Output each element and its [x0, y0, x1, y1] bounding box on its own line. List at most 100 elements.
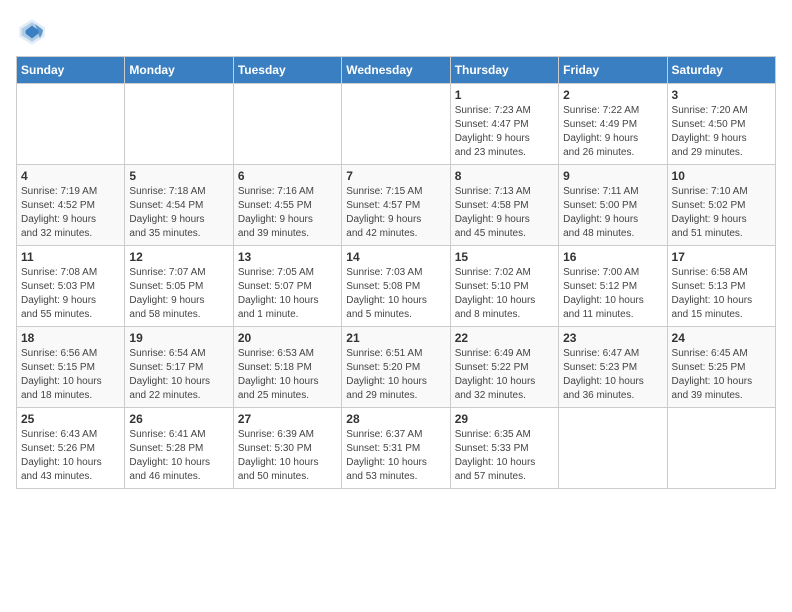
calendar-week-row: 4 Sunrise: 7:19 AM Sunset: 4:52 PM Daylig…: [17, 165, 776, 246]
day-number: 26: [129, 412, 228, 426]
day-info: Sunrise: 6:37 AM Sunset: 5:31 PM Dayligh…: [346, 428, 445, 484]
day-number: 18: [21, 331, 120, 345]
day-number: 13: [238, 250, 337, 264]
header-wednesday: Wednesday: [342, 57, 450, 84]
day-info: Sunrise: 6:47 AM Sunset: 5:23 PM Dayligh…: [563, 347, 662, 403]
calendar-cell: 8 Sunrise: 7:13 AM Sunset: 4:58 PM Daylig…: [450, 165, 558, 246]
day-info: Sunrise: 7:19 AM Sunset: 4:52 PM Dayligh…: [21, 185, 120, 241]
day-number: 1: [455, 88, 554, 102]
day-info: Sunrise: 7:03 AM Sunset: 5:08 PM Dayligh…: [346, 266, 445, 322]
calendar-week-row: 1 Sunrise: 7:23 AM Sunset: 4:47 PM Daylig…: [17, 84, 776, 165]
day-info: Sunrise: 7:00 AM Sunset: 5:12 PM Dayligh…: [563, 266, 662, 322]
day-number: 21: [346, 331, 445, 345]
day-number: 23: [563, 331, 662, 345]
calendar-cell: 14 Sunrise: 7:03 AM Sunset: 5:08 PM Dayli…: [342, 246, 450, 327]
day-info: Sunrise: 7:13 AM Sunset: 4:58 PM Dayligh…: [455, 185, 554, 241]
day-number: 27: [238, 412, 337, 426]
calendar-week-row: 11 Sunrise: 7:08 AM Sunset: 5:03 PM Dayli…: [17, 246, 776, 327]
day-info: Sunrise: 7:11 AM Sunset: 5:00 PM Dayligh…: [563, 185, 662, 241]
calendar-cell: 11 Sunrise: 7:08 AM Sunset: 5:03 PM Dayli…: [17, 246, 125, 327]
calendar-cell: 4 Sunrise: 7:19 AM Sunset: 4:52 PM Daylig…: [17, 165, 125, 246]
calendar-cell: 10 Sunrise: 7:10 AM Sunset: 5:02 PM Dayli…: [667, 165, 775, 246]
day-number: 11: [21, 250, 120, 264]
header-monday: Monday: [125, 57, 233, 84]
day-info: Sunrise: 7:18 AM Sunset: 4:54 PM Dayligh…: [129, 185, 228, 241]
day-info: Sunrise: 7:23 AM Sunset: 4:47 PM Dayligh…: [455, 104, 554, 160]
calendar-week-row: 25 Sunrise: 6:43 AM Sunset: 5:26 PM Dayli…: [17, 408, 776, 489]
day-info: Sunrise: 7:22 AM Sunset: 4:49 PM Dayligh…: [563, 104, 662, 160]
day-number: 29: [455, 412, 554, 426]
day-number: 25: [21, 412, 120, 426]
day-info: Sunrise: 6:56 AM Sunset: 5:15 PM Dayligh…: [21, 347, 120, 403]
day-number: 17: [672, 250, 771, 264]
calendar-cell: 21 Sunrise: 6:51 AM Sunset: 5:20 PM Dayli…: [342, 327, 450, 408]
page-header: [16, 16, 776, 48]
day-info: Sunrise: 6:51 AM Sunset: 5:20 PM Dayligh…: [346, 347, 445, 403]
day-info: Sunrise: 6:54 AM Sunset: 5:17 PM Dayligh…: [129, 347, 228, 403]
day-number: 5: [129, 169, 228, 183]
day-number: 7: [346, 169, 445, 183]
calendar-cell: 23 Sunrise: 6:47 AM Sunset: 5:23 PM Dayli…: [559, 327, 667, 408]
calendar-cell: 9 Sunrise: 7:11 AM Sunset: 5:00 PM Daylig…: [559, 165, 667, 246]
day-number: 8: [455, 169, 554, 183]
day-number: 12: [129, 250, 228, 264]
header-sunday: Sunday: [17, 57, 125, 84]
day-info: Sunrise: 7:10 AM Sunset: 5:02 PM Dayligh…: [672, 185, 771, 241]
calendar-cell: 25 Sunrise: 6:43 AM Sunset: 5:26 PM Dayli…: [17, 408, 125, 489]
day-number: 19: [129, 331, 228, 345]
calendar-cell: 15 Sunrise: 7:02 AM Sunset: 5:10 PM Dayli…: [450, 246, 558, 327]
calendar-cell: 29 Sunrise: 6:35 AM Sunset: 5:33 PM Dayli…: [450, 408, 558, 489]
header-friday: Friday: [559, 57, 667, 84]
day-number: 14: [346, 250, 445, 264]
day-info: Sunrise: 6:53 AM Sunset: 5:18 PM Dayligh…: [238, 347, 337, 403]
calendar-table: Sunday Monday Tuesday Wednesday Thursday…: [16, 56, 776, 489]
day-info: Sunrise: 7:07 AM Sunset: 5:05 PM Dayligh…: [129, 266, 228, 322]
day-number: 2: [563, 88, 662, 102]
day-info: Sunrise: 7:16 AM Sunset: 4:55 PM Dayligh…: [238, 185, 337, 241]
day-info: Sunrise: 7:15 AM Sunset: 4:57 PM Dayligh…: [346, 185, 445, 241]
day-info: Sunrise: 6:58 AM Sunset: 5:13 PM Dayligh…: [672, 266, 771, 322]
calendar-cell: 24 Sunrise: 6:45 AM Sunset: 5:25 PM Dayli…: [667, 327, 775, 408]
calendar-cell: 16 Sunrise: 7:00 AM Sunset: 5:12 PM Dayli…: [559, 246, 667, 327]
calendar-cell: 2 Sunrise: 7:22 AM Sunset: 4:49 PM Daylig…: [559, 84, 667, 165]
calendar-header-row: Sunday Monday Tuesday Wednesday Thursday…: [17, 57, 776, 84]
day-info: Sunrise: 6:49 AM Sunset: 5:22 PM Dayligh…: [455, 347, 554, 403]
day-number: 28: [346, 412, 445, 426]
day-info: Sunrise: 7:05 AM Sunset: 5:07 PM Dayligh…: [238, 266, 337, 322]
day-info: Sunrise: 6:45 AM Sunset: 5:25 PM Dayligh…: [672, 347, 771, 403]
calendar-cell: 26 Sunrise: 6:41 AM Sunset: 5:28 PM Dayli…: [125, 408, 233, 489]
calendar-cell: 18 Sunrise: 6:56 AM Sunset: 5:15 PM Dayli…: [17, 327, 125, 408]
day-number: 6: [238, 169, 337, 183]
day-number: 10: [672, 169, 771, 183]
day-number: 9: [563, 169, 662, 183]
day-number: 3: [672, 88, 771, 102]
logo-icon: [16, 16, 48, 48]
header-thursday: Thursday: [450, 57, 558, 84]
calendar-cell: 7 Sunrise: 7:15 AM Sunset: 4:57 PM Daylig…: [342, 165, 450, 246]
day-info: Sunrise: 6:41 AM Sunset: 5:28 PM Dayligh…: [129, 428, 228, 484]
calendar-cell: 20 Sunrise: 6:53 AM Sunset: 5:18 PM Dayli…: [233, 327, 341, 408]
day-info: Sunrise: 7:20 AM Sunset: 4:50 PM Dayligh…: [672, 104, 771, 160]
day-number: 16: [563, 250, 662, 264]
calendar-cell: 12 Sunrise: 7:07 AM Sunset: 5:05 PM Dayli…: [125, 246, 233, 327]
logo: [16, 16, 52, 48]
day-info: Sunrise: 6:35 AM Sunset: 5:33 PM Dayligh…: [455, 428, 554, 484]
day-number: 15: [455, 250, 554, 264]
day-number: 20: [238, 331, 337, 345]
header-saturday: Saturday: [667, 57, 775, 84]
calendar-cell: [342, 84, 450, 165]
calendar-week-row: 18 Sunrise: 6:56 AM Sunset: 5:15 PM Dayli…: [17, 327, 776, 408]
calendar-cell: 3 Sunrise: 7:20 AM Sunset: 4:50 PM Daylig…: [667, 84, 775, 165]
calendar-cell: 28 Sunrise: 6:37 AM Sunset: 5:31 PM Dayli…: [342, 408, 450, 489]
calendar-cell: 19 Sunrise: 6:54 AM Sunset: 5:17 PM Dayli…: [125, 327, 233, 408]
day-number: 4: [21, 169, 120, 183]
day-number: 24: [672, 331, 771, 345]
calendar-cell: 27 Sunrise: 6:39 AM Sunset: 5:30 PM Dayli…: [233, 408, 341, 489]
day-info: Sunrise: 7:08 AM Sunset: 5:03 PM Dayligh…: [21, 266, 120, 322]
calendar-cell: 6 Sunrise: 7:16 AM Sunset: 4:55 PM Daylig…: [233, 165, 341, 246]
calendar-cell: 5 Sunrise: 7:18 AM Sunset: 4:54 PM Daylig…: [125, 165, 233, 246]
calendar-cell: 17 Sunrise: 6:58 AM Sunset: 5:13 PM Dayli…: [667, 246, 775, 327]
day-info: Sunrise: 6:39 AM Sunset: 5:30 PM Dayligh…: [238, 428, 337, 484]
day-info: Sunrise: 6:43 AM Sunset: 5:26 PM Dayligh…: [21, 428, 120, 484]
day-info: Sunrise: 7:02 AM Sunset: 5:10 PM Dayligh…: [455, 266, 554, 322]
